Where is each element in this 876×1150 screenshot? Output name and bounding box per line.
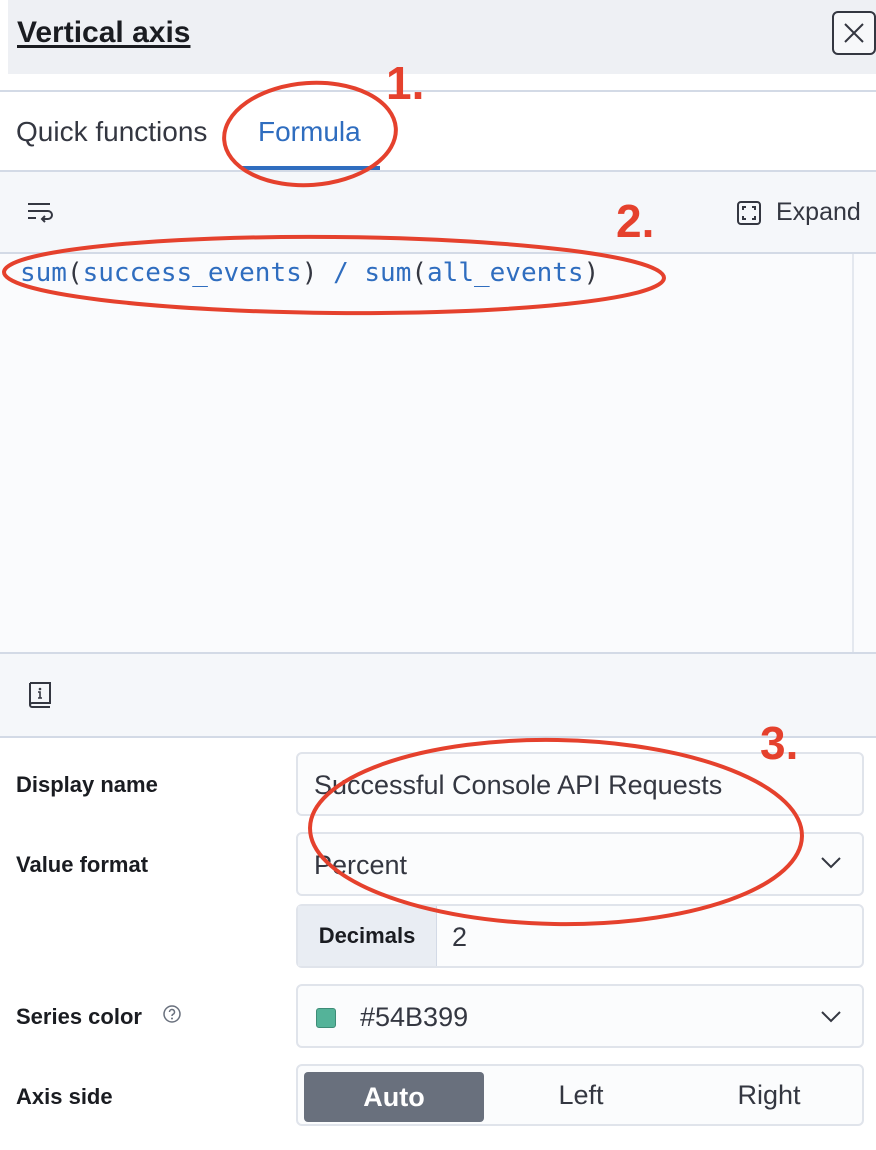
- page-title: Vertical axis: [17, 16, 191, 49]
- chevron-down-icon: [821, 857, 841, 869]
- editor-scrollbar[interactable]: [852, 254, 854, 652]
- question-circle-icon[interactable]: [162, 1004, 182, 1029]
- operator-token: /: [333, 258, 349, 288]
- function-token: sum: [364, 258, 412, 288]
- series-color-label: Series color: [16, 1004, 142, 1029]
- axis-side-auto-button[interactable]: Auto: [304, 1072, 484, 1122]
- editor-toolbar: Expand: [0, 172, 876, 254]
- tab-quick-functions[interactable]: Quick functions: [16, 116, 207, 148]
- expand-button[interactable]: Expand: [736, 198, 861, 227]
- value-format-value: Percent: [314, 850, 408, 880]
- documentation-icon[interactable]: [26, 680, 54, 715]
- decimals-value: 2: [452, 922, 468, 952]
- value-format-label: Value format: [16, 852, 149, 877]
- field-token: all_events: [427, 258, 584, 288]
- annotation-marker-3: 3.: [760, 717, 799, 769]
- header-divider: [0, 90, 876, 92]
- color-swatch: [316, 1008, 336, 1028]
- tab-formula[interactable]: Formula: [258, 116, 361, 148]
- formula-editor[interactable]: [0, 254, 876, 652]
- expand-icon: [737, 200, 761, 225]
- value-format-select[interactable]: Percent: [296, 832, 864, 896]
- axis-side-label: Axis side: [16, 1084, 113, 1109]
- formula-code[interactable]: sum(success_events) / sum(all_events): [20, 258, 599, 288]
- annotation-marker-1: 1.: [386, 57, 425, 109]
- close-icon: [844, 23, 864, 43]
- editor-footer: [0, 652, 876, 738]
- series-color-picker[interactable]: #54B399: [296, 984, 864, 1048]
- close-button[interactable]: [832, 11, 876, 55]
- expand-label: Expand: [776, 198, 861, 226]
- annotation-marker-2: 2.: [616, 195, 655, 247]
- axis-side-button-group: Auto Left Right: [296, 1064, 864, 1126]
- flyout-header: Vertical axis: [8, 0, 876, 74]
- function-token: sum: [20, 258, 67, 288]
- decimals-input[interactable]: Decimals 2: [296, 904, 864, 968]
- display-name-value: Successful Console API Requests: [314, 770, 723, 800]
- axis-side-left-button[interactable]: Left: [486, 1066, 676, 1124]
- series-color-value: #54B399: [360, 1002, 469, 1032]
- field-token: success_events: [82, 258, 302, 288]
- word-wrap-icon[interactable]: [26, 200, 54, 229]
- display-name-label: Display name: [16, 772, 158, 797]
- chevron-down-icon: [821, 1011, 841, 1023]
- axis-side-right-button[interactable]: Right: [676, 1066, 862, 1124]
- decimals-label: Decimals: [298, 906, 437, 966]
